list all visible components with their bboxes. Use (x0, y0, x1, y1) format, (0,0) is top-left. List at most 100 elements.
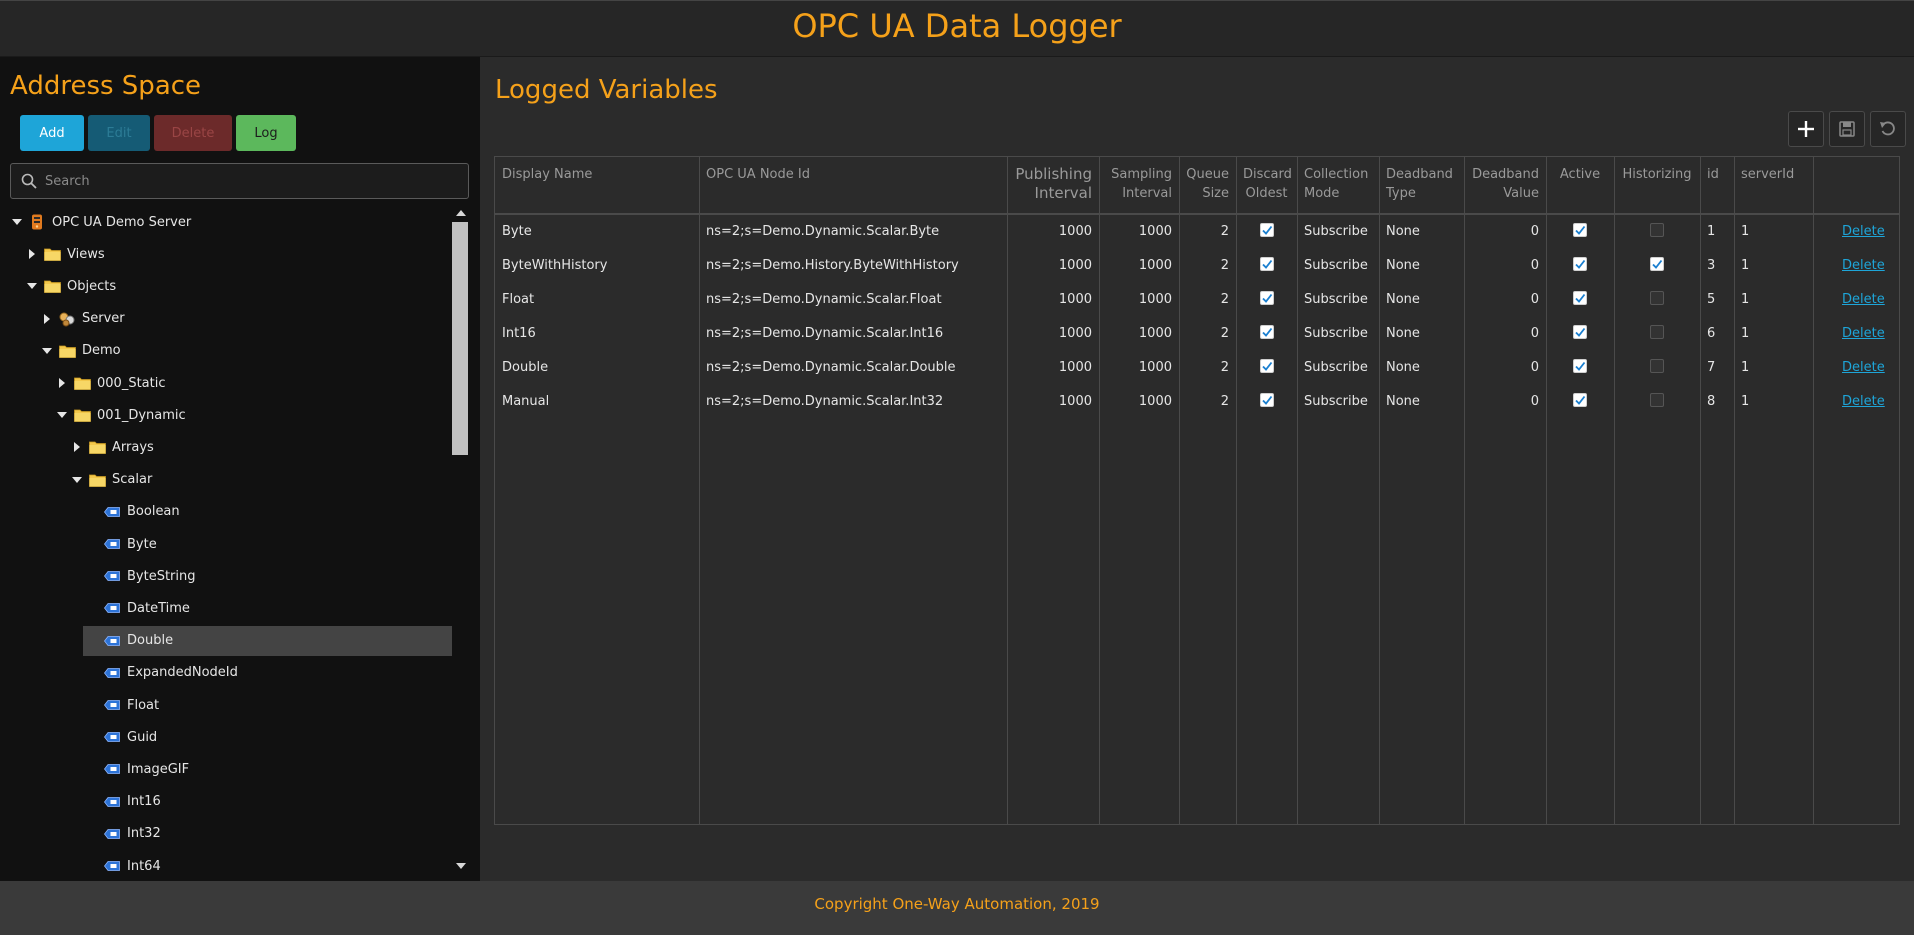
tree-node[interactable]: Guid (85, 722, 157, 752)
tree-node[interactable]: ByteString (85, 561, 196, 591)
caret-right-icon[interactable] (55, 376, 69, 390)
caret-down-icon[interactable] (10, 215, 24, 229)
add-button[interactable]: Add (20, 115, 84, 151)
checkbox-unchecked[interactable] (1650, 325, 1664, 339)
column-divider (1700, 157, 1701, 824)
check-icon (1575, 293, 1586, 303)
column-header-queueSize[interactable]: Queue Size (1186, 165, 1229, 203)
column-header-publishingInterval[interactable]: Publishing Interval (1014, 165, 1092, 203)
app-footer: Copyright One-Way Automation, 2019 (0, 881, 1914, 935)
check-icon (1262, 361, 1273, 371)
delete-row-link[interactable]: Delete (1842, 358, 1885, 378)
tree-node[interactable]: Boolean (85, 497, 180, 527)
delete-row-link[interactable]: Delete (1842, 324, 1885, 344)
edit-button[interactable]: Edit (88, 115, 150, 151)
checkbox-checked[interactable] (1260, 291, 1274, 305)
scroll-up-icon[interactable] (455, 207, 467, 219)
delete-row-link[interactable]: Delete (1842, 290, 1885, 310)
checkbox-checked[interactable] (1573, 223, 1587, 237)
tree-node[interactable]: Server (40, 304, 125, 334)
tree-node[interactable]: 000_Static (55, 368, 166, 398)
checkbox-checked[interactable] (1573, 393, 1587, 407)
tree-node[interactable]: Int32 (85, 819, 161, 849)
checkbox-checked[interactable] (1260, 393, 1274, 407)
cell-queueSize: 2 (1220, 326, 1229, 341)
checkbox-checked[interactable] (1650, 257, 1664, 271)
checkbox-checked[interactable] (1573, 359, 1587, 373)
tree-node[interactable]: Int16 (85, 787, 161, 817)
cell-id: 7 (1707, 360, 1716, 375)
checkbox-checked[interactable] (1573, 325, 1587, 339)
column-header-active[interactable]: Active (1553, 165, 1607, 184)
checkbox-checked[interactable] (1260, 359, 1274, 373)
column-header-samplingInterval[interactable]: Sampling Interval (1106, 165, 1172, 203)
log-button[interactable]: Log (236, 115, 296, 151)
delete-row-link[interactable]: Delete (1842, 222, 1885, 242)
logged-variables-title: Logged Variables (495, 75, 718, 105)
delete-row-link[interactable]: Delete (1842, 392, 1885, 412)
cell-samplingInterval: 1000 (1138, 292, 1172, 307)
delete-row-link[interactable]: Delete (1842, 256, 1885, 276)
checkbox-unchecked[interactable] (1650, 223, 1664, 237)
delete-button[interactable]: Delete (154, 115, 232, 151)
column-header-serverId[interactable]: serverId (1741, 165, 1806, 184)
tree-node[interactable]: ExpandedNodeId (85, 658, 238, 688)
scroll-thumb[interactable] (452, 222, 468, 455)
cell-publishingInterval: 1000 (1058, 326, 1092, 341)
tree-node[interactable]: 001_Dynamic (55, 400, 186, 430)
column-header-displayName[interactable]: Display Name (502, 165, 692, 184)
caret-down-icon[interactable] (70, 473, 84, 487)
checkbox-checked[interactable] (1260, 325, 1274, 339)
tree-node[interactable]: Views (25, 239, 105, 269)
column-header-deadbandValue[interactable]: Deadband Value (1471, 165, 1539, 203)
cell-serverId: 1 (1741, 292, 1750, 307)
add-row-button[interactable] (1788, 111, 1824, 147)
cell-samplingInterval: 1000 (1138, 360, 1172, 375)
tree-node[interactable]: Byte (85, 529, 157, 559)
checkbox-checked[interactable] (1573, 257, 1587, 271)
save-button[interactable] (1829, 111, 1865, 147)
tree-node[interactable]: Double (83, 625, 452, 656)
tree-node[interactable]: Objects (25, 271, 116, 301)
column-header-discardOldest[interactable]: Discard Oldest (1243, 165, 1292, 203)
checkbox-checked[interactable] (1260, 257, 1274, 271)
tree-node[interactable]: Demo (40, 336, 121, 366)
column-header-deadbandType[interactable]: Deadband Type (1386, 165, 1457, 203)
checkbox-checked[interactable] (1260, 223, 1274, 237)
search-input[interactable] (45, 170, 455, 192)
checkbox-checked[interactable] (1573, 291, 1587, 305)
cell-displayName: Manual (502, 394, 550, 409)
column-header-collectionMode[interactable]: Collection Mode (1304, 165, 1372, 203)
checkbox-unchecked[interactable] (1650, 393, 1664, 407)
caret-right-icon[interactable] (70, 440, 84, 454)
column-header-id[interactable]: id (1707, 165, 1727, 184)
caret-down-icon[interactable] (55, 408, 69, 422)
tree-node[interactable]: OPC UA Demo Server (10, 207, 191, 237)
checkbox-unchecked[interactable] (1650, 291, 1664, 305)
caret-down-icon[interactable] (25, 279, 39, 293)
checkbox-unchecked[interactable] (1650, 359, 1664, 373)
scroll-down-icon[interactable] (455, 860, 467, 872)
tree-node[interactable]: ImageGIF (85, 754, 189, 784)
tree-node[interactable]: Float (85, 690, 159, 720)
tree-node[interactable]: Arrays (70, 432, 154, 462)
column-header-nodeId[interactable]: OPC UA Node Id (706, 165, 1000, 184)
tree-node[interactable]: Scalar (70, 465, 152, 495)
folder-icon (88, 472, 106, 488)
tree-node[interactable]: Int64 (85, 851, 161, 881)
caret-right-icon[interactable] (25, 247, 39, 261)
tree-node[interactable]: DateTime (85, 593, 190, 623)
tree-scrollbar[interactable] (452, 207, 470, 881)
check-icon (1262, 293, 1273, 303)
caret-right-icon[interactable] (40, 312, 54, 326)
cell-serverId: 1 (1741, 394, 1750, 409)
cell-queueSize: 2 (1220, 394, 1229, 409)
caret-down-icon[interactable] (40, 344, 54, 358)
cell-deadbandValue: 0 (1530, 224, 1539, 239)
undo-button[interactable] (1870, 111, 1906, 147)
cell-nodeId: ns=2;s=Demo.Dynamic.Scalar.Int16 (706, 326, 944, 341)
tree-node-label: 001_Dynamic (97, 407, 186, 423)
column-header-historizing[interactable]: Historizing (1621, 165, 1693, 184)
check-icon (1575, 361, 1586, 371)
